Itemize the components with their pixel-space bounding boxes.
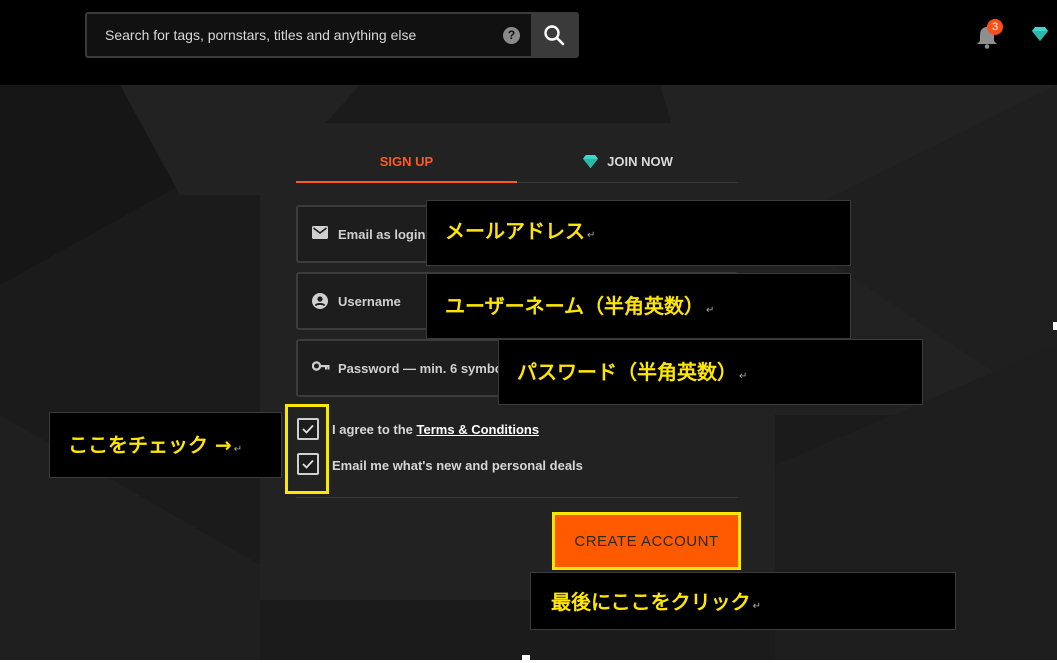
terms-prefix: I agree to the <box>332 422 417 437</box>
annotation-username-text: ユーザーネーム（半角英数） <box>445 294 704 318</box>
mail-icon <box>312 226 328 239</box>
help-icon[interactable]: ? <box>503 27 520 44</box>
diamond-icon[interactable] <box>1031 26 1049 42</box>
search-icon <box>544 25 565 46</box>
button-highlight <box>552 512 741 570</box>
search-button[interactable] <box>531 14 577 56</box>
annotation-email-text: メールアドレス <box>445 219 585 243</box>
search-box: ? <box>85 12 579 58</box>
edge-marker <box>1053 322 1057 330</box>
notification-badge: 3 <box>987 19 1003 35</box>
user-icon <box>312 293 328 309</box>
annotation-final: 最後にここをクリック ↵ <box>530 572 956 630</box>
newsletter-label: Email me what's new and personal deals <box>332 458 583 473</box>
annotation-password: パスワード（半角英数） ↵ <box>498 339 923 405</box>
terms-link[interactable]: Terms & Conditions <box>417 422 540 437</box>
search-input[interactable] <box>87 14 533 56</box>
tab-join-now-label: JOIN NOW <box>607 154 673 169</box>
divider <box>296 497 738 498</box>
annotation-email: メールアドレス ↵ <box>426 200 851 266</box>
annotation-username: ユーザーネーム（半角英数） ↵ <box>426 273 851 339</box>
key-icon <box>312 361 330 371</box>
annotation-final-text: 最後にここをクリック <box>551 590 751 614</box>
terms-label: I agree to the Terms & Conditions <box>332 422 539 437</box>
tab-sign-up[interactable]: SIGN UP <box>296 145 517 183</box>
annotation-password-text: パスワード（半角英数） <box>517 360 737 384</box>
tab-join-now[interactable]: JOIN NOW <box>517 145 738 183</box>
tab-sign-up-label: SIGN UP <box>379 154 434 169</box>
top-bar: ? 3 <box>0 0 1057 85</box>
annotation-check: ここをチェック → ↵ <box>49 412 282 478</box>
bottom-marker <box>522 655 530 661</box>
checkbox-highlight <box>285 404 329 494</box>
diamond-icon <box>583 154 599 169</box>
annotation-check-text: ここをチェック → <box>68 433 232 457</box>
